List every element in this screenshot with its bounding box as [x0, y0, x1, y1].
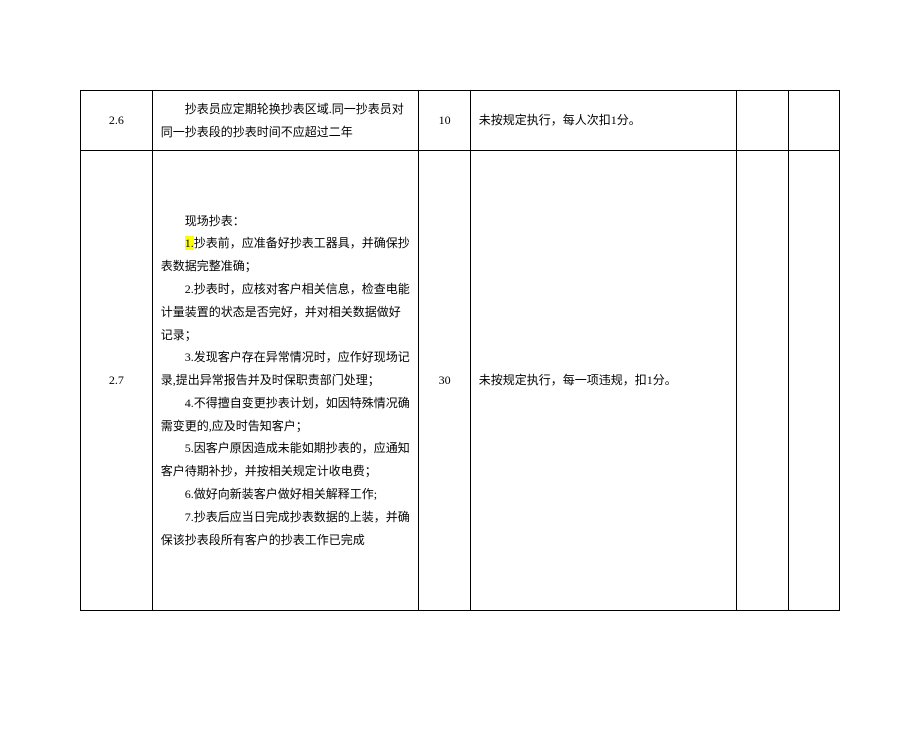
table-row: 2.7 现场抄表： 1.抄表前，应准备好抄表工器具，并确保抄表数据完整准确； 2… — [81, 151, 840, 611]
evaluation-table: 2.6 抄表员应定期轮换抄表区域.同一抄表员对同一抄表段的抄表时间不应超过二年 … — [80, 90, 840, 611]
score-cell: 30 — [419, 151, 470, 611]
description-text: 抄表员应定期轮换抄表区域.同一抄表员对同一抄表段的抄表时间不应超过二年 — [161, 98, 411, 144]
description-item-2: 2.抄表时，应核对客户相关信息，检查电能计量装置的状态是否完好，并对相关数据做好… — [161, 278, 411, 346]
highlighted-prefix: 1. — [185, 236, 194, 250]
rule-text: 未按规定执行，每人次扣1分。 — [479, 113, 641, 127]
row-index: 2.6 — [109, 113, 124, 127]
score-value: 10 — [439, 113, 451, 127]
description-item-4: 4.不得擅自变更抄表计划，如因特殊情况确需变更的,应及时告知客户； — [161, 392, 411, 438]
description-item-6: 6.做好向新装客户做好相关解释工作; — [161, 483, 411, 506]
rule-text: 未按规定执行，每一项违规，扣1分。 — [479, 373, 677, 387]
rule-cell: 未按规定执行，每人次扣1分。 — [470, 91, 737, 151]
row-index: 2.7 — [109, 373, 124, 387]
extra-cell-2 — [788, 91, 839, 151]
description-item-7: 7.抄表后应当日完成抄表数据的上装，并确保该抄表段所有客户的抄表工作已完成 — [161, 506, 411, 552]
extra-cell-1 — [737, 151, 788, 611]
description-item-5: 5.因客户原因造成未能如期抄表的，应通知客户待期补抄，并按相关规定计收电费； — [161, 437, 411, 483]
document-table-container: 2.6 抄表员应定期轮换抄表区域.同一抄表员对同一抄表段的抄表时间不应超过二年 … — [80, 90, 840, 611]
row-index-cell: 2.7 — [81, 151, 153, 611]
score-cell: 10 — [419, 91, 470, 151]
rule-cell: 未按规定执行，每一项违规，扣1分。 — [470, 151, 737, 611]
description-item-1: 1.抄表前，应准备好抄表工器具，并确保抄表数据完整准确； — [161, 232, 411, 278]
description-cell: 现场抄表： 1.抄表前，应准备好抄表工器具，并确保抄表数据完整准确； 2.抄表时… — [152, 151, 419, 611]
item-text: 抄表前，应准备好抄表工器具，并确保抄表数据完整准确； — [161, 236, 410, 273]
extra-cell-2 — [788, 151, 839, 611]
description-cell: 抄表员应定期轮换抄表区域.同一抄表员对同一抄表段的抄表时间不应超过二年 — [152, 91, 419, 151]
description-item-3: 3.发现客户存在异常情况时，应作好现场记录,提出异常报告并及时保职责部门处理； — [161, 346, 411, 392]
extra-cell-1 — [737, 91, 788, 151]
description-title: 现场抄表： — [161, 210, 411, 233]
table-row: 2.6 抄表员应定期轮换抄表区域.同一抄表员对同一抄表段的抄表时间不应超过二年 … — [81, 91, 840, 151]
row-index-cell: 2.6 — [81, 91, 153, 151]
score-value: 30 — [439, 373, 451, 387]
